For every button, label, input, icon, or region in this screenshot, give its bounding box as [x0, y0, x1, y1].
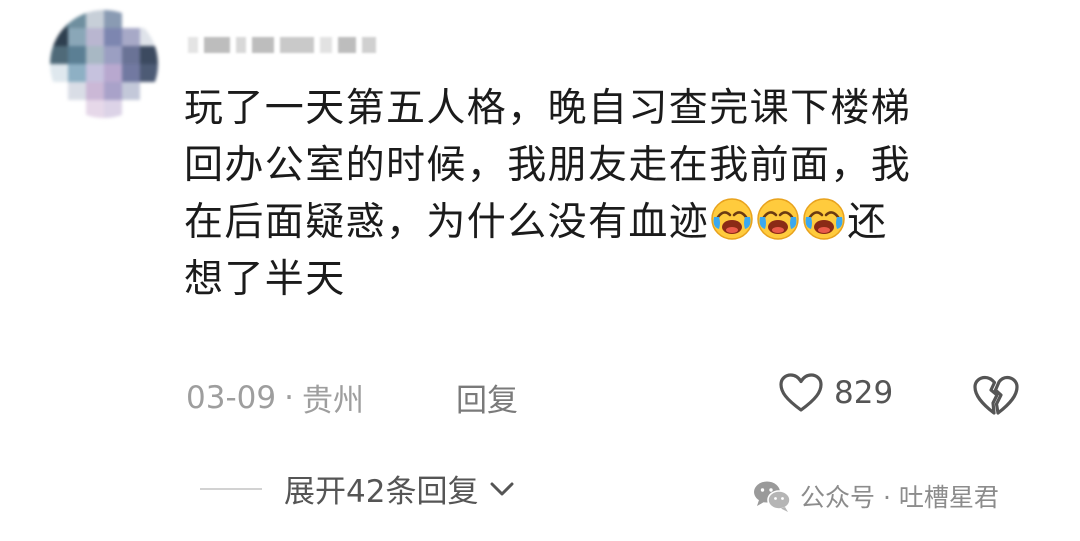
dislike-button[interactable]: [972, 374, 1020, 422]
expand-replies-label: 展开42条回复: [284, 474, 479, 510]
divider: [200, 487, 262, 490]
laughing-crying-emoji-icon: [757, 198, 799, 240]
heart-icon[interactable]: [778, 372, 824, 414]
comment-line: 回办公室的时候，我朋友走在我前面，我: [184, 143, 912, 188]
broken-heart-icon[interactable]: [972, 374, 1020, 418]
reply-button[interactable]: 回复: [456, 375, 518, 420]
comment-text: 玩了一天第五人格，晚自习查完课下楼梯 回办公室的时候，我朋友走在我前面，我 在后…: [184, 80, 1004, 308]
meta-separator: ·: [284, 379, 294, 416]
laughing-crying-emoji-icon: [803, 198, 845, 240]
like-count: 829: [834, 375, 894, 411]
chevron-down-icon: [490, 482, 514, 495]
comment-location: 贵州: [301, 383, 364, 419]
watermark-text: 公众号 · 吐槽星君: [800, 483, 999, 512]
comment-text-segment: 还: [847, 200, 888, 245]
watermark: 公众号 · 吐槽星君: [752, 478, 999, 514]
wechat-icon: [754, 481, 791, 512]
comment-line: 玩了一天第五人格，晚自习查完课下楼梯: [184, 86, 912, 131]
laughing-crying-emoji-icon: [711, 198, 753, 240]
comment-text-segment: 在后面疑惑，为什么没有血迹: [184, 200, 710, 245]
username-redacted[interactable]: [188, 36, 376, 54]
comment-meta: 03-09 · 贵州: [186, 375, 364, 420]
comment-date: 03-09: [186, 379, 277, 416]
avatar[interactable]: [50, 10, 158, 118]
like-button[interactable]: 829: [778, 372, 893, 414]
expand-replies-button[interactable]: 展开42条回复: [200, 466, 516, 511]
comment-line: 在后面疑惑，为什么没有血迹 还: [184, 194, 1004, 251]
comment-line: 想了半天: [184, 257, 346, 302]
